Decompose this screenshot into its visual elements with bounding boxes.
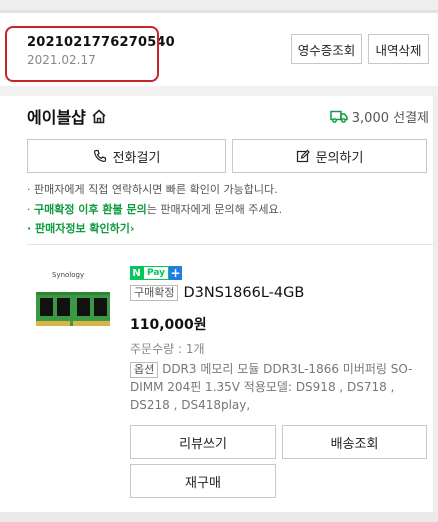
notice-contact: · 판매자에게 직접 연락하시면 빠른 확인이 가능합니다. [27,183,278,196]
notice-refund-text: 는 판매자에게 문의해 주세요. [146,203,283,216]
right-gutter [433,96,438,522]
chevron-right-icon: › [129,222,135,235]
shipping-fee-text: 3,000 선결제 [351,111,429,126]
call-button-label: 전화걸기 [112,150,161,166]
notice-refund-bullet: · [27,203,34,216]
seller-info-link-text[interactable]: · 판매자정보 확인하기 [27,222,130,235]
option-text: DDR3 메모리 모듈 DDR3L-1866 미버퍼링 SO-DIMM 204핀… [130,362,413,412]
product-name[interactable]: D3NS1866L-4GB [183,285,304,301]
call-button[interactable]: 전화걸기 [27,139,226,173]
product-price: 110,000원 [130,317,207,333]
npay-n-mark: N [130,266,143,280]
brand-logo: Synology [52,271,85,279]
section-separator [0,86,438,96]
highlight-annotation [5,26,159,82]
order-header: 2021021776270540 2021.02.17 영수증조회 내역삭제 [0,13,438,86]
notice-refund: · 구매확정 이후 환불 문의는 판매자에게 문의해 주세요. [27,203,282,217]
home-icon [92,108,106,123]
truck-icon [330,110,348,123]
phone-icon [93,149,106,163]
npay-plus-badge: N Pay + [130,266,183,280]
notice-refund-highlight[interactable]: 구매확정 이후 환불 문의 [34,203,147,216]
product-title-line[interactable]: 구매확정 D3NS1866L-4GB [130,285,304,301]
bottom-separator [0,512,438,522]
track-delivery-button[interactable]: 배송조회 [282,425,427,459]
seller-name-link[interactable]: 에이블샵 [27,104,107,128]
product-option: 옵션 DDR3 메모리 모듈 DDR3L-1866 미버퍼링 SO-DIMM 2… [130,360,426,414]
write-review-button[interactable]: 리뷰쓰기 [130,425,276,459]
npay-pay-text: Pay [143,266,170,280]
option-tag: 옵션 [130,362,159,378]
npay-plus-mark: + [169,266,183,280]
seller-name: 에이블샵 [27,108,86,127]
order-quantity: 주문수량 : 1개 [130,342,205,356]
seller-info-link[interactable]: · 판매자정보 확인하기› [27,222,134,236]
edit-icon [296,149,310,163]
delete-history-button[interactable]: 내역삭제 [368,34,429,64]
rebuy-button[interactable]: 재구매 [130,464,276,498]
divider [27,244,433,245]
receipt-button[interactable]: 영수증조회 [291,34,362,64]
purchase-status-tag: 구매확정 [130,285,179,301]
shipping-fee: 3,000 선결제 [330,107,429,126]
inquiry-button-label: 문의하기 [315,150,364,166]
top-gray-band [0,0,438,10]
inquiry-button[interactable]: 문의하기 [232,139,427,173]
